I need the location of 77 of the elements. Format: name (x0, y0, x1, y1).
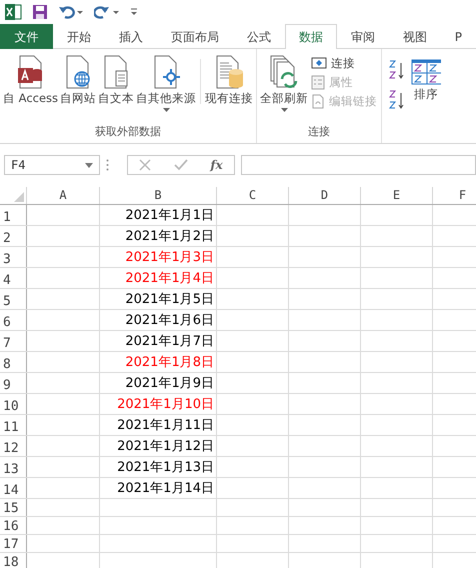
ribbon-tab[interactable]: 审阅 (336, 24, 389, 49)
dropdown-arrow-icon (162, 108, 170, 112)
column-header[interactable]: B (100, 187, 217, 204)
date-value: 2021年1月6日 (125, 312, 214, 330)
row-header[interactable]: 16 (0, 517, 27, 534)
date-value: 2021年1月1日 (125, 207, 214, 225)
dropdown-arrow-icon (280, 108, 288, 112)
ribbon-tab[interactable]: 页面布局 (156, 24, 233, 49)
connection-icon (311, 56, 328, 70)
row-header[interactable]: 9 (0, 373, 27, 393)
row-header[interactable]: 3 (0, 247, 27, 267)
ribbon-tab[interactable]: 视图 (388, 24, 441, 49)
row-header[interactable]: 12 (0, 436, 27, 456)
row-header[interactable]: 14 (0, 478, 27, 498)
date-value: 2021年1月8日 (125, 354, 214, 372)
insert-function-button[interactable]: fx (210, 158, 223, 172)
ribbon-tab[interactable]: 插入 (104, 24, 157, 49)
refresh-documents-icon (269, 55, 300, 89)
drag-handle-icon[interactable] (106, 159, 109, 171)
undo-icon[interactable] (58, 5, 84, 19)
ribbon-tab[interactable]: P (440, 24, 476, 49)
group-label: 连接 (307, 124, 332, 140)
date-value: 2021年1月13日 (117, 459, 214, 477)
date-value: 2021年1月2日 (125, 228, 214, 246)
row-header[interactable]: 11 (0, 415, 27, 435)
ribbon-button[interactable]: 自 Access (2, 51, 60, 124)
column-header[interactable]: A (27, 187, 100, 204)
name-box[interactable]: F4 (4, 155, 100, 175)
customize-toolbar-icon[interactable] (130, 7, 138, 17)
date-value: 2021年1月3日 (125, 249, 214, 267)
row-header[interactable]: 17 (0, 535, 27, 552)
formula-input[interactable] (241, 155, 476, 175)
row-header[interactable]: 13 (0, 457, 27, 477)
date-value: 2021年1月10日 (117, 396, 214, 414)
ribbon-button[interactable]: 排序 (410, 51, 442, 143)
ribbon-small-button[interactable]: 连接 (309, 55, 380, 72)
sort-descending-icon[interactable] (388, 89, 406, 111)
ribbon-tab[interactable]: 公式 (232, 24, 285, 49)
sort-grid-icon (411, 59, 442, 85)
row-header[interactable]: 15 (0, 499, 27, 516)
document-database-icon (214, 55, 244, 89)
spreadsheet-app-icon (4, 3, 22, 21)
row-header[interactable]: 7 (0, 331, 27, 351)
ribbon-button[interactable]: 现有连接 (204, 51, 254, 124)
row-header[interactable]: 4 (0, 268, 27, 288)
ribbon-button[interactable]: 自文本 (97, 51, 136, 124)
save-icon[interactable] (32, 4, 48, 20)
date-value: 2021年1月12日 (117, 438, 214, 456)
row-header[interactable]: 5 (0, 289, 27, 309)
date-value: 2021年1月4日 (125, 270, 214, 288)
redo-icon[interactable] (94, 5, 120, 19)
row-header[interactable]: 1 (0, 205, 27, 225)
dropdown-arrow-icon (85, 162, 93, 168)
sort-ascending-icon[interactable] (388, 59, 406, 81)
ribbon-button[interactable]: 全部刷新 (259, 51, 310, 124)
properties-icon (311, 75, 326, 90)
ribbon-tab[interactable]: 开始 (52, 24, 105, 49)
edit-links-icon (311, 94, 326, 109)
date-value: 2021年1月11日 (117, 417, 214, 435)
ribbon-tab[interactable]: 数据 (284, 24, 337, 49)
group-label: 获取外部数据 (94, 124, 162, 140)
file-tab[interactable]: 文件 (0, 24, 53, 49)
date-value: 2021年1月7日 (125, 333, 214, 351)
row-header[interactable]: 18 (0, 553, 27, 568)
date-value: 2021年1月5日 (125, 291, 214, 309)
row-header[interactable]: 6 (0, 310, 27, 330)
column-header[interactable]: F (433, 187, 476, 204)
row-header[interactable]: 10 (0, 394, 27, 414)
column-header[interactable]: E (361, 187, 433, 204)
date-value: 2021年1月14日 (117, 480, 214, 498)
date-value: 2021年1月9日 (125, 375, 214, 393)
column-header[interactable]: C (217, 187, 289, 204)
ribbon-button[interactable]: 自其他来源 (135, 51, 198, 124)
row-header[interactable]: 8 (0, 352, 27, 372)
column-header[interactable]: D (289, 187, 361, 204)
row-header[interactable]: 2 (0, 226, 27, 246)
ribbon-button[interactable]: 自网站 (59, 51, 98, 124)
